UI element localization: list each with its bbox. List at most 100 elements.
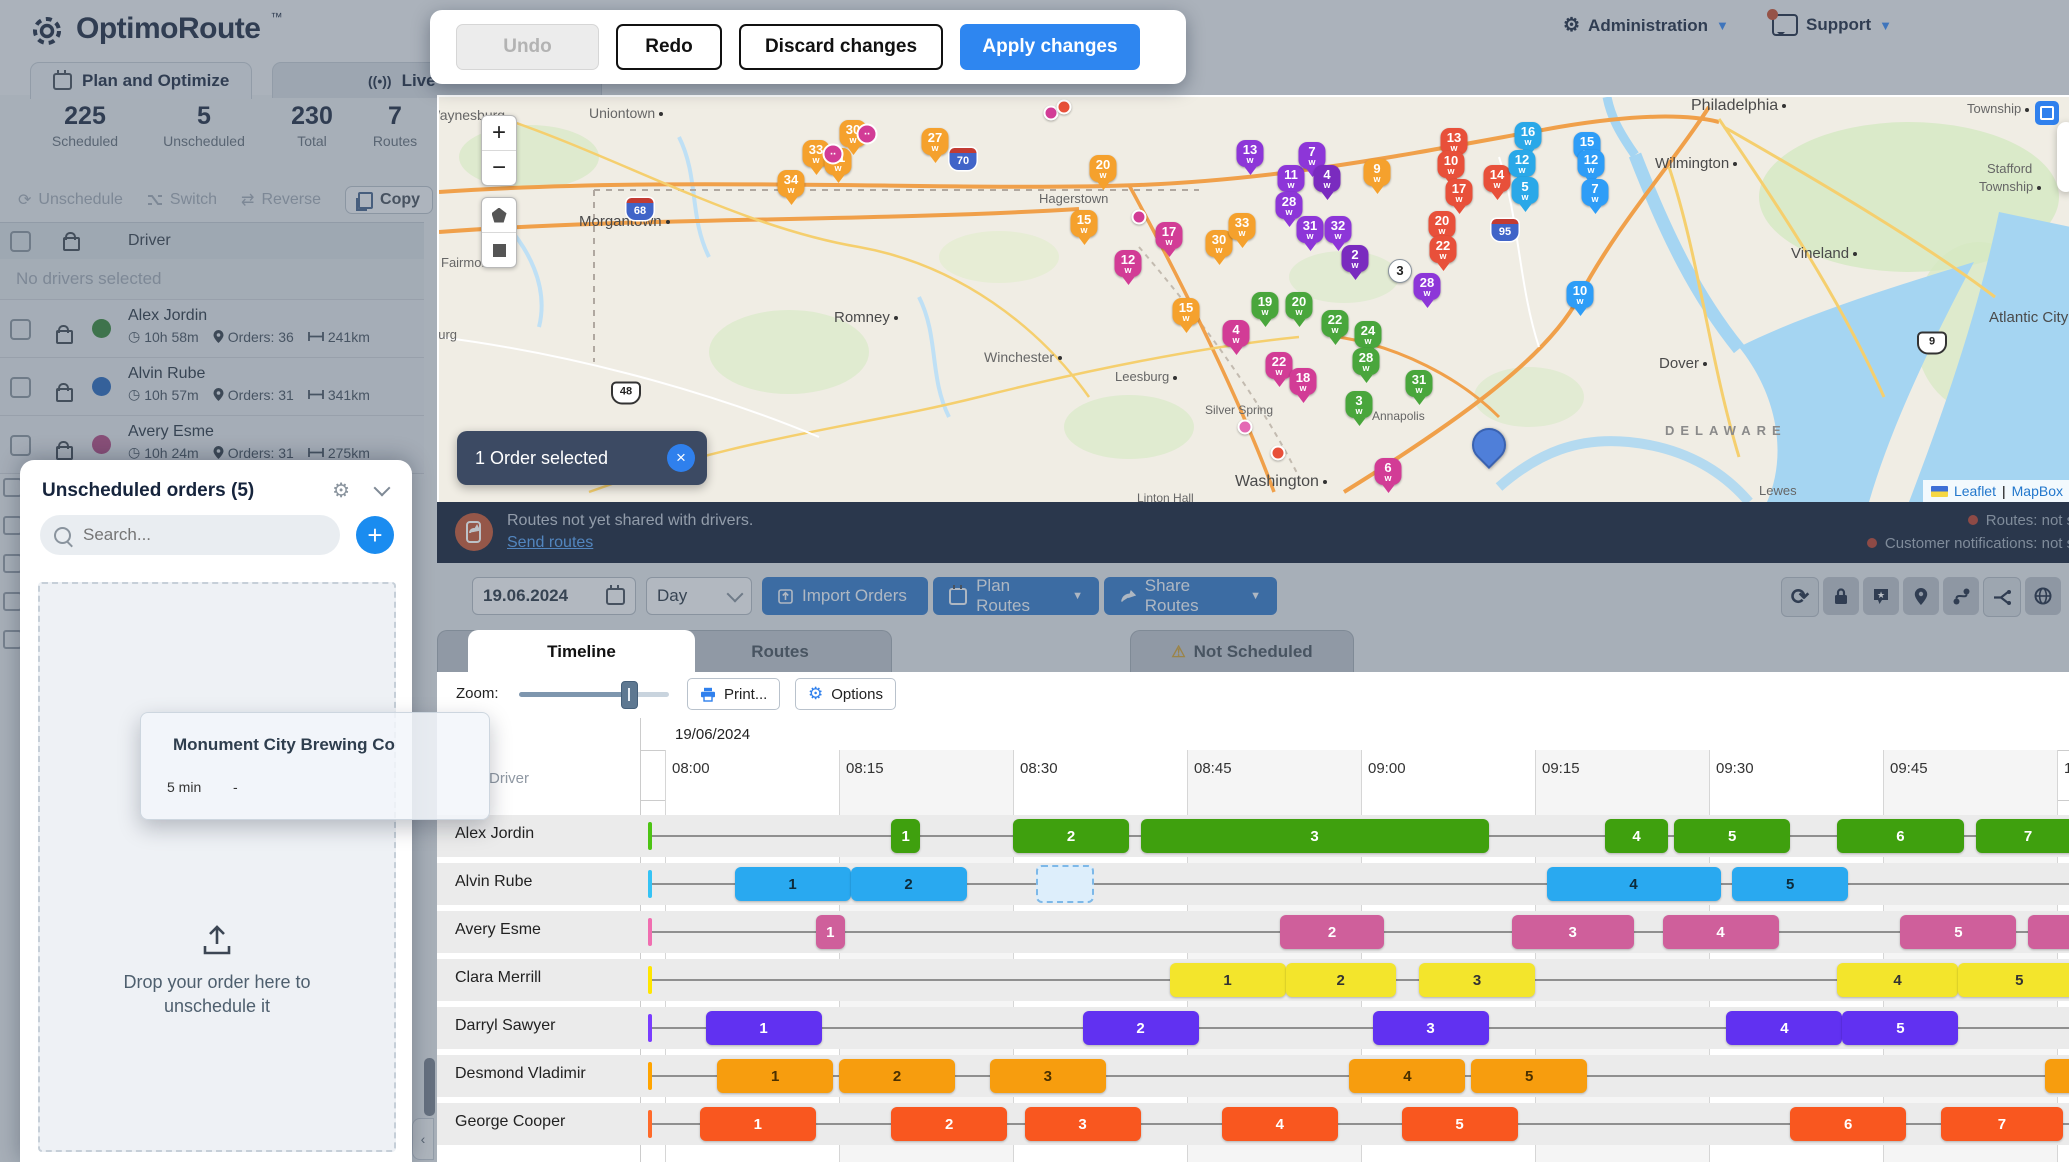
order-pin-marker[interactable]: 28w (1414, 273, 1441, 300)
route-stop-bar[interactable]: 2 (1013, 819, 1129, 853)
route-stop-bar[interactable]: 2 (1280, 915, 1384, 949)
collapse-panel-button[interactable]: ‹ (412, 1118, 434, 1160)
order-pin-marker[interactable]: 31w (1297, 216, 1324, 243)
order-pin-marker[interactable]: 10w (1567, 281, 1594, 308)
route-stop-bar[interactable]: 2 (1083, 1011, 1199, 1045)
driver-checkbox[interactable] (10, 377, 31, 398)
import-orders-button[interactable]: Import Orders (762, 577, 928, 615)
route-stop-bar[interactable] (2028, 915, 2069, 949)
route-stop-bar[interactable]: 1 (735, 867, 851, 901)
lock-icon[interactable] (56, 446, 73, 460)
apply-changes-button[interactable]: Apply changes (960, 24, 1140, 70)
order-pin-marker[interactable]: 10w (1438, 151, 1465, 178)
add-order-button[interactable]: + (356, 516, 394, 554)
lock-routes-button[interactable] (1823, 577, 1859, 615)
reverse-action[interactable]: ⇄Reverse (241, 190, 321, 210)
order-pin-marker[interactable]: 22w (1266, 352, 1293, 379)
redo-button[interactable]: Redo (616, 24, 722, 70)
route-stop-bar[interactable]: 1 (700, 1107, 816, 1141)
routes-map[interactable]: WaynesburgUniontownMorgantownFairmontbur… (437, 95, 2069, 502)
split-route-button[interactable] (1983, 577, 2021, 617)
order-pin-marker[interactable]: 28w (1353, 348, 1380, 375)
route-stop-bar[interactable]: 2 (839, 1059, 955, 1093)
route-stop-bar[interactable]: 3 (1512, 915, 1634, 949)
driver-row[interactable]: Alvin Rube ◷10h 57m Orders: 31 341km (0, 358, 424, 416)
undo-button[interactable]: Undo (456, 24, 599, 70)
order-pin-marker[interactable]: 20w (1090, 155, 1117, 182)
order-pin-marker[interactable]: 14w (1484, 165, 1511, 192)
order-pin-marker[interactable]: 12w (1578, 150, 1605, 177)
route-stop-bar[interactable]: 4 (1726, 1011, 1842, 1045)
route-stop-bar[interactable]: 5 (1402, 1107, 1518, 1141)
order-pin-marker[interactable]: 33w (1229, 213, 1256, 240)
lock-icon[interactable] (56, 330, 73, 344)
order-pin-marker[interactable]: 34w (778, 170, 805, 197)
plan-routes-button[interactable]: Plan Routes ▼ (933, 577, 1099, 615)
order-pin-marker[interactable]: 22w (1322, 310, 1349, 337)
order-pin-marker[interactable]: 22w (1430, 236, 1457, 263)
range-select[interactable]: Day (646, 577, 752, 615)
order-pin-marker[interactable]: 9w (1364, 159, 1391, 186)
order-pin-marker[interactable]: 3w (1346, 391, 1373, 418)
order-pin-marker[interactable]: 7w (1582, 179, 1609, 206)
order-pin-marker[interactable]: 15w (1071, 210, 1098, 237)
route-stop-bar[interactable]: 1 (717, 1059, 833, 1093)
route-stop-bar[interactable]: 5 (1471, 1059, 1587, 1093)
zoom-slider[interactable] (519, 692, 669, 697)
order-dot-marker[interactable] (1132, 210, 1147, 225)
refresh-button[interactable]: ⟳ (1781, 577, 1819, 617)
gear-icon[interactable]: ⚙ (332, 478, 350, 503)
order-pin-marker[interactable]: 17w (1446, 179, 1473, 206)
driver-checkbox[interactable] (10, 435, 31, 456)
switch-action[interactable]: Switch (147, 191, 217, 209)
support-menu[interactable]: Support ▼ (1772, 14, 1892, 36)
unschedule-action[interactable]: ⟳Unschedule (18, 190, 123, 210)
cluster-marker[interactable]: .. (857, 124, 878, 145)
order-dot-marker[interactable] (1271, 446, 1286, 461)
unschedule-dropzone[interactable]: Drop your order here to unschedule it (38, 582, 396, 1152)
drop-placeholder-slot[interactable] (1036, 865, 1094, 903)
driver-row[interactable]: Alex Jordin ◷10h 58m Orders: 36 241km (0, 300, 424, 358)
route-stop-bar[interactable]: 4 (1605, 819, 1669, 853)
order-pin-marker[interactable]: 18w (1290, 368, 1317, 395)
order-pin-marker[interactable]: 2w (1342, 245, 1369, 272)
route-stop-bar[interactable]: 3 (990, 1059, 1106, 1093)
discard-changes-button[interactable]: Discard changes (739, 24, 943, 70)
route-stop-bar[interactable]: 4 (1663, 915, 1779, 949)
order-pin-marker[interactable]: 17w (1156, 222, 1183, 249)
order-pin-marker[interactable]: 12w (1115, 250, 1142, 277)
map-side-panel-edge[interactable] (2057, 122, 2069, 192)
tab-not-scheduled[interactable]: ⚠Not Scheduled (1130, 630, 1354, 672)
route-stop-bar[interactable]: 7 (1976, 819, 2069, 853)
order-pin-marker[interactable]: 13w (1237, 140, 1264, 167)
rectangle-select-button[interactable] (482, 233, 516, 267)
location-pin-button[interactable] (1903, 577, 1939, 615)
zoom-out-button[interactable]: − (482, 151, 516, 185)
globe-button[interactable] (2025, 577, 2061, 615)
order-search[interactable] (40, 515, 340, 555)
order-pin-marker[interactable]: 24w (1355, 321, 1382, 348)
route-stop-bar[interactable]: 1 (1170, 963, 1286, 997)
order-pin-marker[interactable]: 4w (1223, 320, 1250, 347)
route-stop-bar[interactable]: 1 (816, 915, 845, 949)
route-stop-bar[interactable]: 5 (1842, 1011, 1958, 1045)
mapbox-link[interactable]: MapBox (2012, 483, 2063, 499)
map-fit-button[interactable] (2035, 101, 2059, 125)
route-stop-bar[interactable]: 7 (1941, 1107, 2063, 1141)
route-stop-bar[interactable]: 3 (1025, 1107, 1141, 1141)
route-stop-bar[interactable]: 3 (1419, 963, 1535, 997)
order-pin-marker[interactable]: 20w (1429, 211, 1456, 238)
route-stop-bar[interactable]: 4 (1222, 1107, 1338, 1141)
order-pin-marker[interactable]: 31w (1406, 370, 1433, 397)
tab-timeline-active[interactable]: Timeline (468, 630, 695, 673)
order-pin-marker[interactable]: 6w (1375, 458, 1402, 485)
route-stop-bar[interactable]: 4 (1837, 963, 1959, 997)
order-pin-marker[interactable]: 19w (1252, 292, 1279, 319)
order-pin-marker[interactable]: 16w (1515, 122, 1542, 149)
route-stop-bar[interactable]: 2 (891, 1107, 1007, 1141)
route-stop-bar[interactable]: 2 (1286, 963, 1396, 997)
route-stop-bar[interactable]: 1 (891, 819, 920, 853)
send-routes-link[interactable]: Send routes (507, 534, 593, 552)
dragged-order-card[interactable]: Monument City Brewing Co 5 min - (140, 712, 490, 820)
route-stop-bar[interactable]: 5 (1732, 867, 1848, 901)
